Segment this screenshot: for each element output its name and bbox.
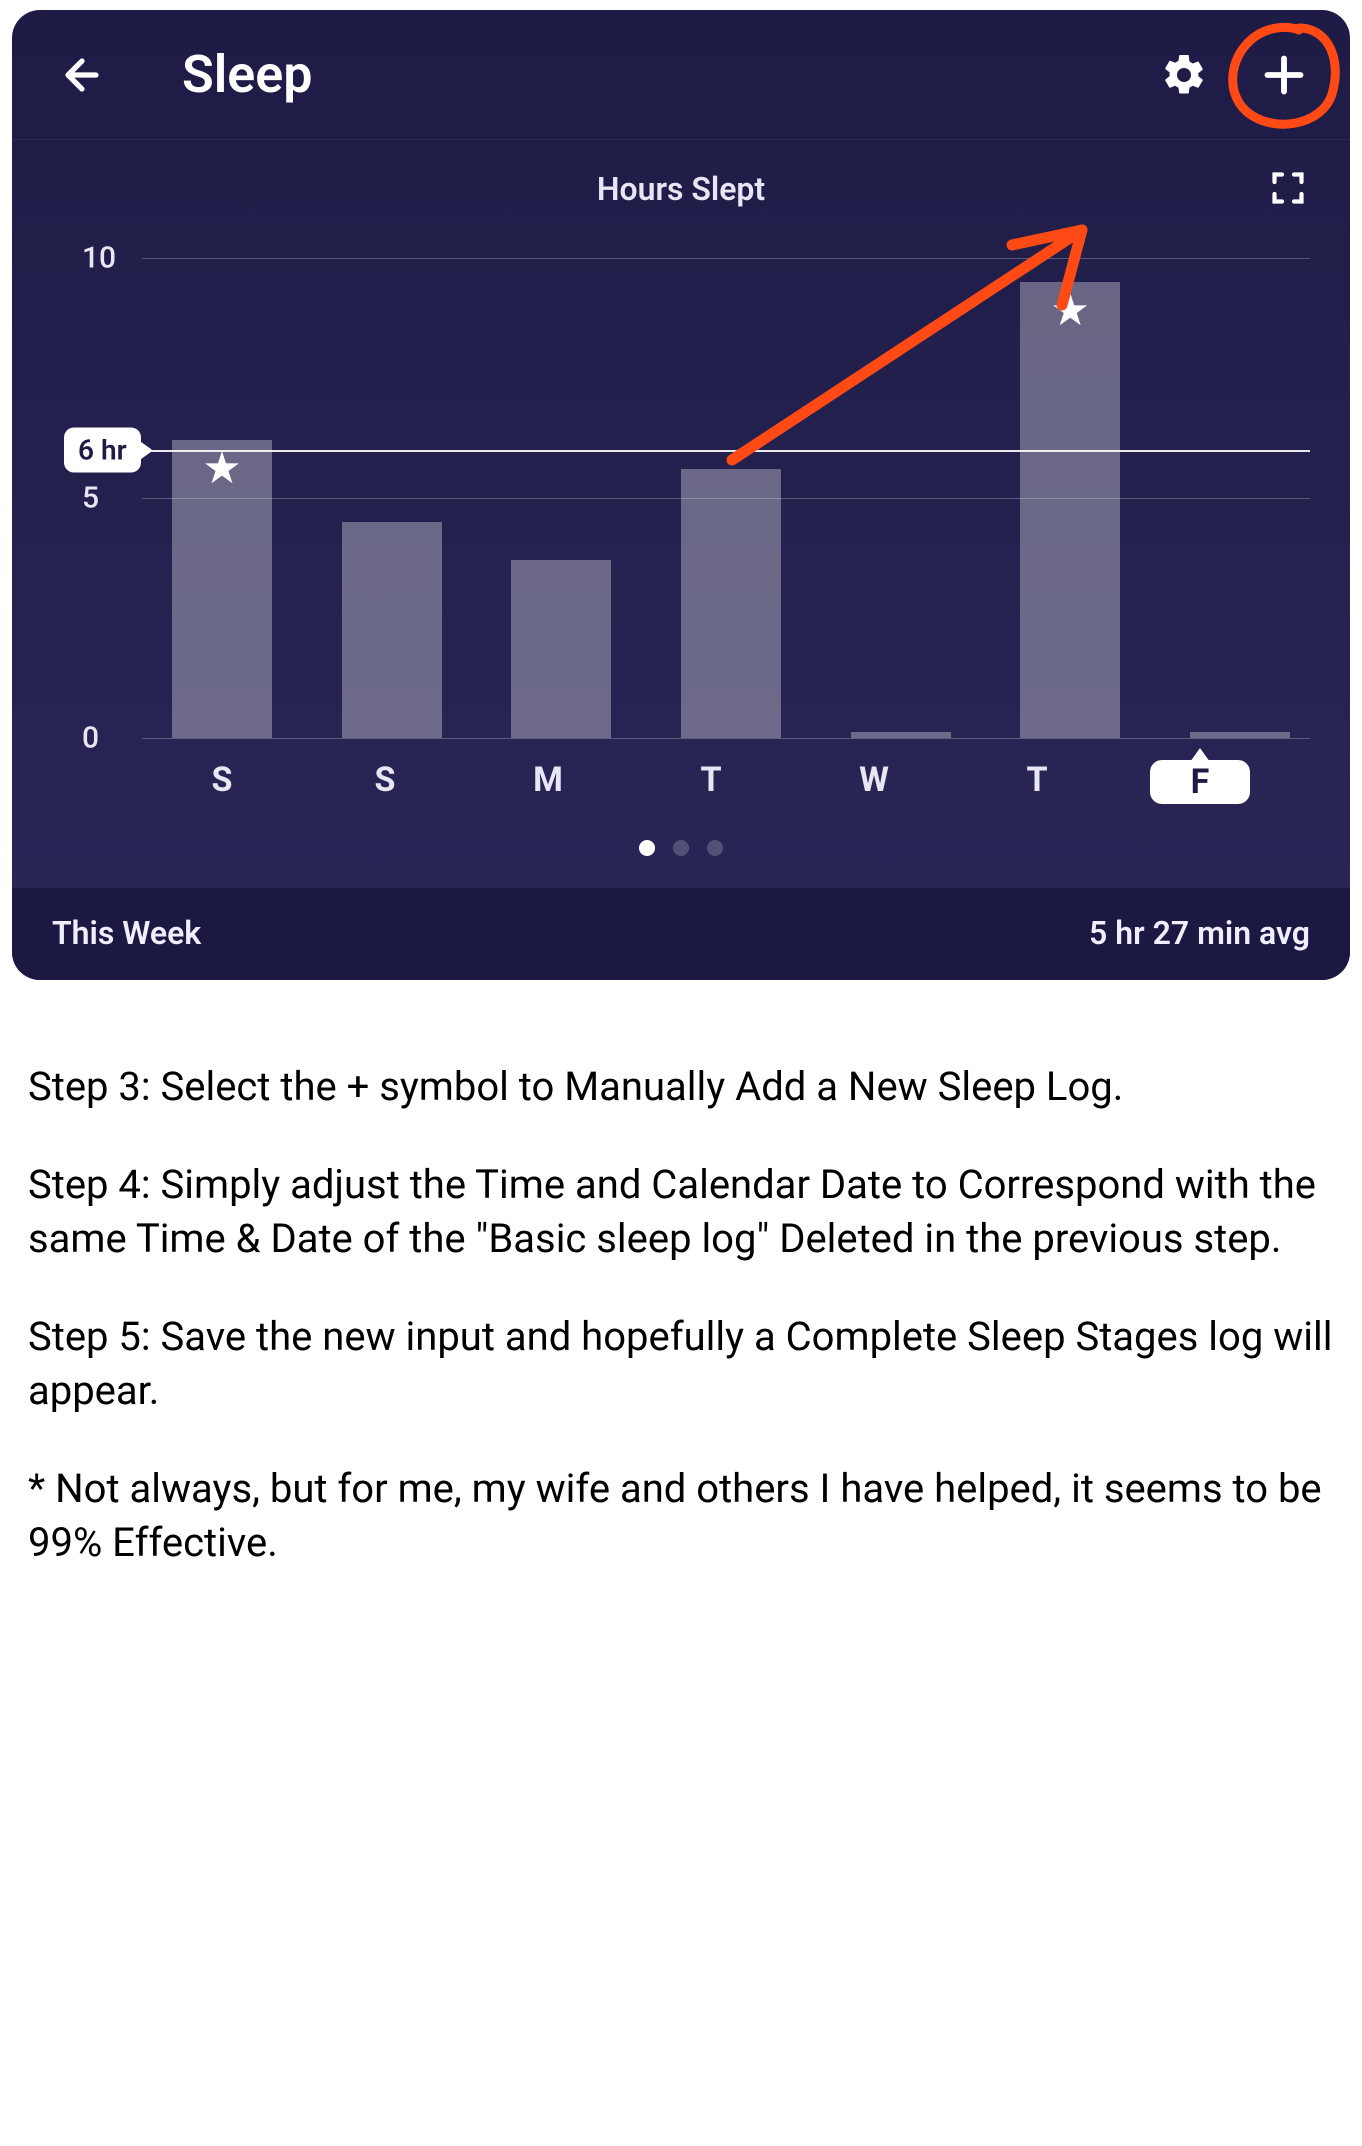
bar (342, 522, 442, 738)
bar-col[interactable] (681, 258, 781, 738)
expand-button[interactable] (1270, 170, 1310, 210)
note: * Not always, but for me, my wife and ot… (28, 1462, 1334, 1570)
bar-col[interactable]: ★ (1020, 258, 1120, 738)
page-indicator[interactable] (52, 840, 1310, 856)
bar-col[interactable] (1190, 258, 1290, 738)
x-axis-label[interactable]: S (335, 760, 435, 804)
chart-footer: This Week 5 hr 27 min avg (12, 888, 1350, 980)
chart-area: Hours Slept 05106 hr★★ SSMTWTF (12, 140, 1350, 888)
pager-dot[interactable] (707, 840, 723, 856)
y-tick-label: 0 (82, 721, 99, 756)
star-icon: ★ (1051, 288, 1090, 332)
bar-col[interactable] (342, 258, 442, 738)
gridline (142, 738, 1310, 739)
bar: ★ (172, 440, 272, 738)
bar-col[interactable]: ★ (172, 258, 272, 738)
bar-col[interactable] (511, 258, 611, 738)
avg-label: 5 hr 27 min avg (1089, 914, 1310, 952)
x-axis-label[interactable]: S (172, 760, 272, 804)
bar (681, 469, 781, 738)
y-tick-label: 5 (82, 481, 99, 516)
settings-button[interactable] (1158, 49, 1210, 101)
x-axis-label[interactable]: F (1150, 760, 1250, 804)
pager-dot[interactable] (673, 840, 689, 856)
step-3: Step 3: Select the + symbol to Manually … (28, 1060, 1334, 1114)
step-4: Step 4: Simply adjust the Time and Calen… (28, 1158, 1334, 1266)
bars-row: ★★ (172, 258, 1290, 738)
x-axis-label[interactable]: T (987, 760, 1087, 804)
x-axis-label[interactable]: T (661, 760, 761, 804)
gear-icon (1160, 51, 1208, 99)
pager-dot[interactable] (639, 840, 655, 856)
sleep-card: Sleep Hours Slept 05106 hr★★ SSMTWTF (12, 10, 1350, 980)
bar-col[interactable] (851, 258, 951, 738)
avg-badge: 6 hr (64, 428, 141, 473)
header-actions (1158, 49, 1310, 101)
header: Sleep (12, 10, 1350, 140)
bar (851, 732, 951, 738)
x-axis-label[interactable]: M (498, 760, 598, 804)
x-axis-label[interactable]: W (824, 760, 924, 804)
period-label: This Week (52, 914, 201, 952)
add-button[interactable] (1258, 49, 1310, 101)
page-title: Sleep (182, 44, 1158, 105)
arrow-left-icon (58, 51, 106, 99)
x-axis: SSMTWTF (172, 760, 1250, 804)
back-button[interactable] (52, 45, 112, 105)
bar (511, 560, 611, 738)
instructions-text: Step 3: Select the + symbol to Manually … (0, 980, 1362, 1654)
bar (1190, 732, 1290, 738)
bar-chart[interactable]: 05106 hr★★ (82, 258, 1310, 738)
bar: ★ (1020, 282, 1120, 738)
plus-icon (1262, 53, 1306, 97)
star-icon: ★ (202, 446, 241, 490)
chart-title: Hours Slept (52, 170, 1310, 208)
step-5: Step 5: Save the new input and hopefully… (28, 1310, 1334, 1418)
fullscreen-icon (1270, 170, 1306, 206)
y-tick-label: 10 (82, 241, 116, 276)
